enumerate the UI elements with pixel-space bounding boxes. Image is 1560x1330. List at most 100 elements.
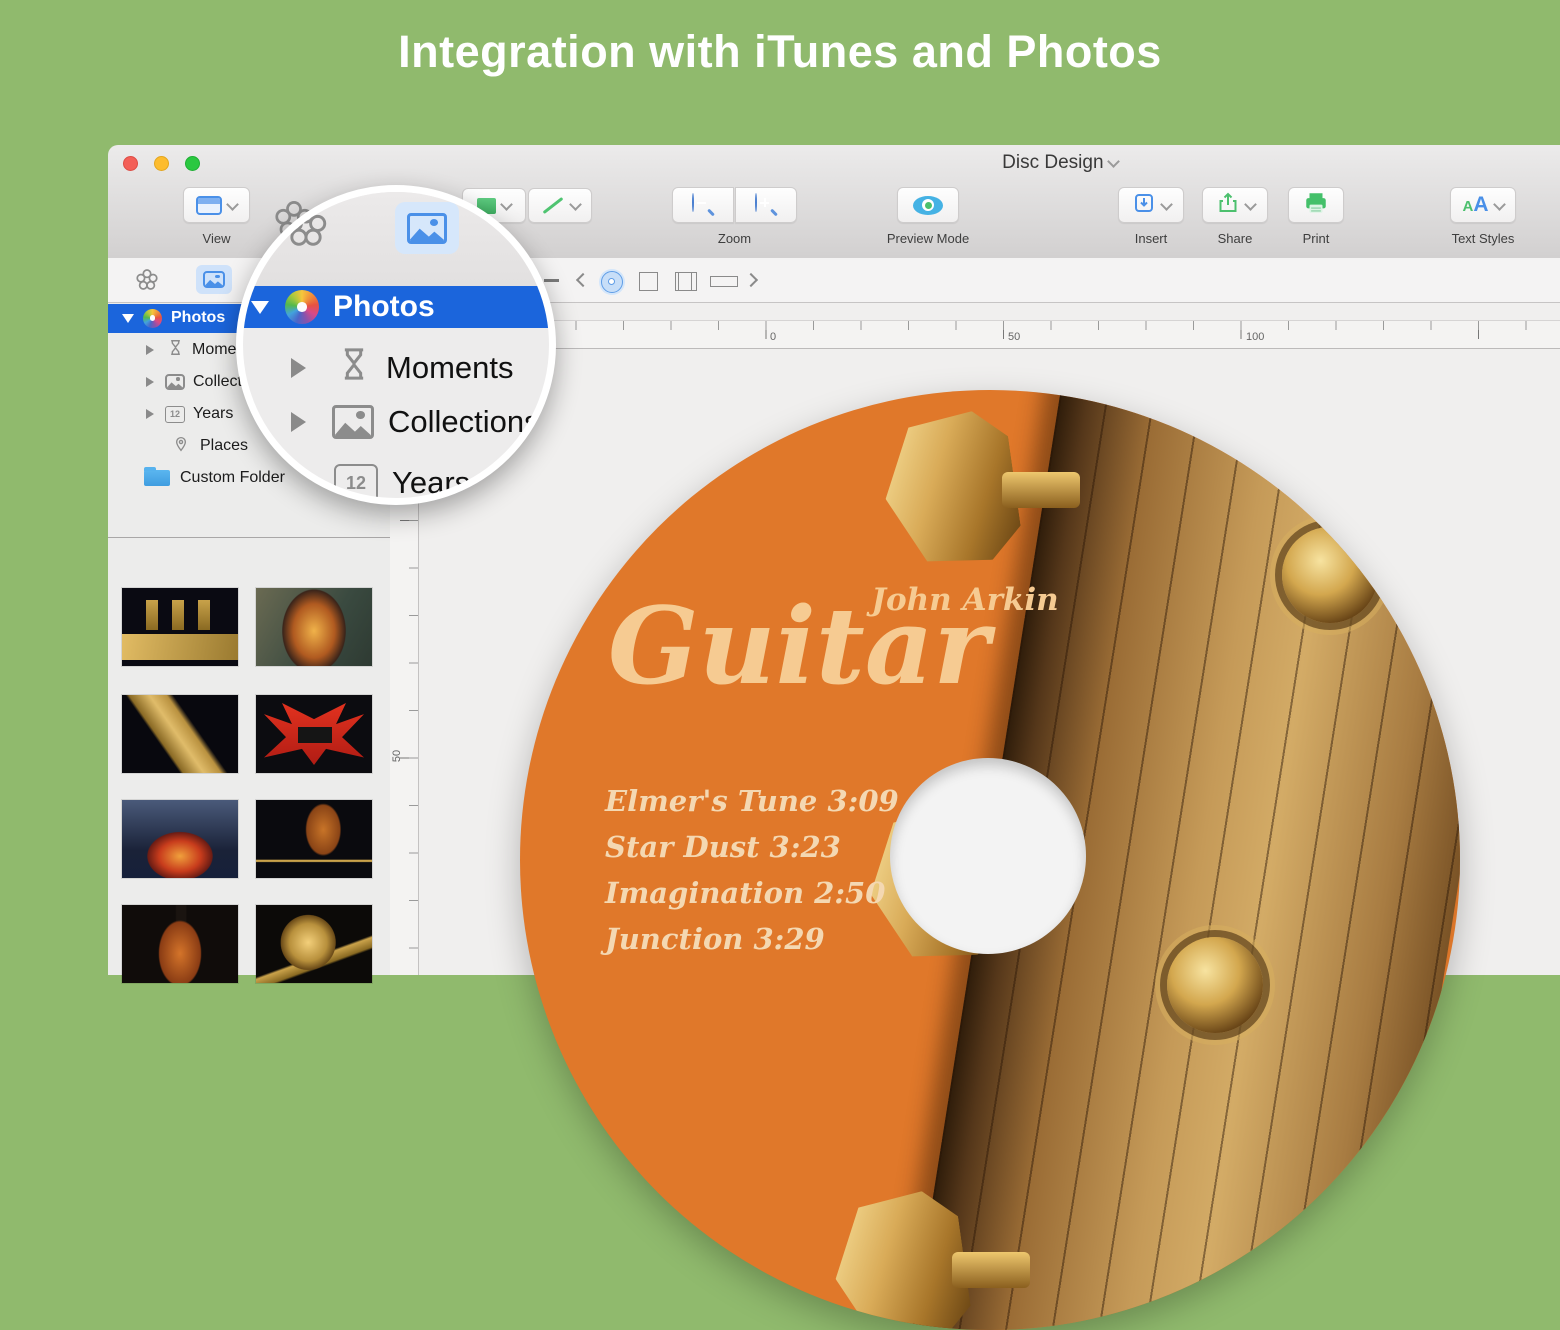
magnifier-callout: Photos Moments Collections 12 Years — [236, 185, 556, 505]
calendar-icon-number: 12 — [170, 409, 180, 419]
sidebar-tab-itunes-flower-icon[interactable] — [134, 267, 160, 298]
string-post-icon — [1282, 527, 1378, 623]
collection-photo-icon — [165, 374, 185, 390]
print-label: Print — [1282, 231, 1350, 246]
share-button[interactable] — [1202, 187, 1268, 223]
disc-track-list[interactable]: Elmer's Tune 3:09 Star Dust 3:23 Imagina… — [605, 778, 899, 962]
next-design-chevron-icon[interactable] — [744, 273, 758, 287]
title-chevron-down-icon[interactable] — [1107, 155, 1120, 168]
magnified-photos-label: Photos — [333, 290, 435, 324]
magnified-tab-strip — [243, 192, 549, 287]
calendar-icon: 12 — [165, 406, 185, 423]
magnified-photos-row: Photos — [236, 286, 556, 328]
sidebar-item-label: Places — [200, 437, 248, 455]
share-label: Share — [1194, 231, 1276, 246]
insert-label: Insert — [1108, 231, 1194, 246]
text-styles-button[interactable]: AA — [1450, 187, 1516, 223]
photos-app-icon — [285, 290, 319, 324]
thumbnail-trumpet-valves[interactable] — [122, 588, 238, 666]
share-icon — [1216, 191, 1240, 220]
chevron-down-icon — [226, 198, 239, 211]
media-browser-flower-icon — [281, 202, 331, 257]
chevron-down-icon — [1244, 198, 1257, 211]
chevron-down-icon — [1160, 198, 1173, 211]
disc-shape-button[interactable] — [599, 269, 625, 295]
disclosure-closed-icon[interactable] — [146, 345, 154, 355]
folder-icon — [144, 470, 170, 486]
thumbnail-concert-amphitheater[interactable] — [122, 800, 238, 878]
disclosure-open-icon — [251, 301, 269, 314]
text-styles-icon: AA — [1462, 193, 1488, 217]
photos-tab-magnified — [395, 202, 459, 254]
disc-artwork[interactable]: John Arkin Guitar Elmer's Tune 3:09 Star… — [520, 390, 1460, 1330]
view-button[interactable] — [183, 187, 250, 223]
disc-center-hole — [890, 758, 1086, 954]
zoom-in-icon — [755, 194, 777, 216]
zoom-out-button[interactable] — [672, 187, 734, 223]
track-line: Imagination 2:50 — [605, 870, 899, 916]
photo-icon — [203, 271, 225, 288]
disclosure-closed-icon[interactable] — [146, 409, 154, 419]
magnified-item-collections: Collections — [291, 404, 540, 440]
preview-mode-button[interactable] — [897, 187, 959, 223]
thumbnail-violin-closeup[interactable] — [122, 905, 238, 983]
sidebar-divider — [108, 537, 390, 538]
insert-icon — [1132, 191, 1156, 220]
view-label: View — [183, 231, 250, 246]
v-ruler-label-50: 50 — [391, 750, 403, 762]
square-shape-button[interactable] — [639, 272, 658, 291]
chevron-down-icon — [569, 198, 582, 211]
collection-photo-icon — [332, 405, 374, 439]
disc-shape-icon — [601, 271, 623, 293]
map-pin-icon — [172, 435, 190, 458]
photo-icon — [407, 213, 447, 244]
disc-title-text[interactable]: Guitar — [608, 586, 989, 706]
rect-shape-button[interactable] — [710, 276, 738, 287]
booklet-shape-button[interactable] — [675, 272, 697, 291]
hourglass-icon — [166, 338, 185, 362]
booklet-inner-lines — [678, 273, 692, 290]
thumbnail-saxophone[interactable] — [122, 695, 238, 773]
magnified-item-label: Collections — [388, 404, 540, 440]
sidebar-tab-photos[interactable] — [196, 265, 232, 294]
track-line: Star Dust 3:23 — [605, 824, 899, 870]
banner-title: Integration with iTunes and Photos — [0, 26, 1560, 78]
thumbnail-acoustic-guitar[interactable] — [256, 588, 372, 666]
prev-design-chevron-icon[interactable] — [576, 273, 590, 287]
preview-mode-label: Preview Mode — [858, 231, 998, 246]
h-ruler-label-0: 0 — [770, 331, 776, 343]
disclosure-closed-icon — [291, 358, 306, 378]
horizontal-ruler — [390, 320, 1560, 349]
sidebar-item-label: Photos — [171, 309, 225, 327]
disclosure-closed-icon — [291, 412, 306, 432]
sidebar-item-label: Custom Folder — [180, 469, 285, 487]
tuning-peg-stem — [1002, 472, 1080, 508]
track-line: Elmer's Tune 3:09 — [605, 778, 899, 824]
insert-button[interactable] — [1118, 187, 1184, 223]
thumbnail-red-electric-guitar[interactable] — [256, 695, 372, 773]
thumbnail-violin-and-bow[interactable] — [256, 800, 372, 878]
track-line: Junction 3:29 — [605, 916, 899, 962]
thumbnail-trombone[interactable] — [256, 905, 372, 983]
printer-icon — [1303, 190, 1329, 221]
calendar-icon-number: 12 — [346, 473, 366, 494]
string-post-icon — [1167, 937, 1263, 1033]
h-ruler-label-100: 100 — [1246, 331, 1264, 343]
window-title: Disc Design — [108, 152, 1560, 174]
zoom-out-icon — [692, 194, 714, 216]
zoom-label: Zoom — [672, 231, 797, 246]
hourglass-icon — [334, 344, 374, 392]
disclosure-closed-icon[interactable] — [146, 377, 154, 387]
calendar-icon: 12 — [334, 464, 378, 502]
magnified-item-years: 12 Years — [291, 464, 470, 502]
view-icon — [196, 196, 222, 215]
guitar-pickups — [298, 727, 332, 743]
window-title-text: Disc Design — [1002, 152, 1103, 173]
zoom-in-button[interactable] — [735, 187, 797, 223]
magnified-item-label: Moments — [386, 350, 513, 386]
print-button[interactable] — [1288, 187, 1344, 223]
tuning-peg-stem — [952, 1252, 1030, 1288]
chevron-down-icon — [1493, 198, 1506, 211]
magnified-item-label: Years — [392, 465, 470, 501]
disclosure-open-icon[interactable] — [122, 314, 134, 323]
